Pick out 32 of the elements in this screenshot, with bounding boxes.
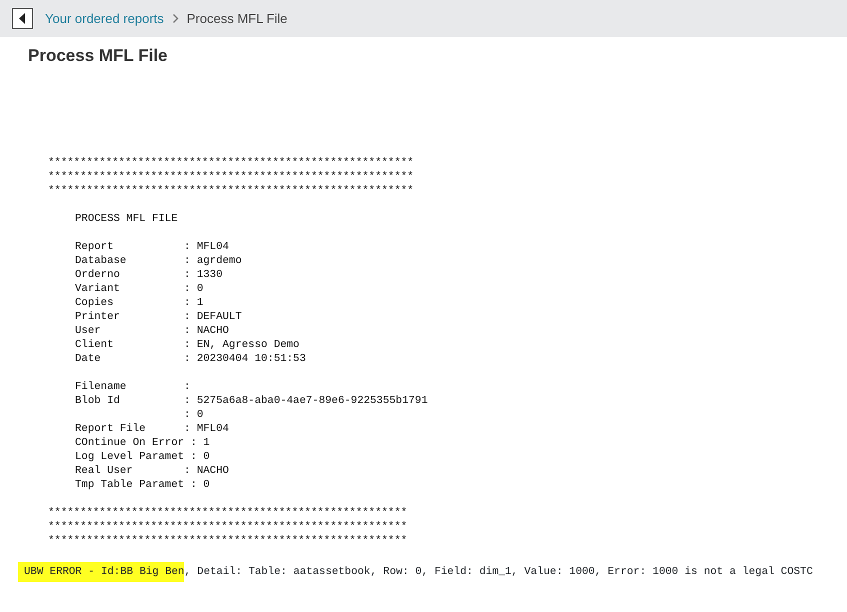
page-title: Process MFL File [28,46,169,66]
report-line: Filename : [75,380,190,394]
report-line: Copies : 1 [75,296,204,310]
report-line: Client : EN, Agresso Demo [75,338,300,352]
back-arrow-icon [19,13,26,24]
report-line: Printer : DEFAULT [75,310,242,324]
asterisk-divider: ********************************************************* [48,184,414,198]
back-button[interactable] [12,8,33,29]
report-line: Orderno : 1330 [75,268,223,282]
chevron-right-icon [172,14,179,23]
asterisk-divider: ********************************************************* [48,156,414,170]
report-line: Variant : 0 [75,282,204,296]
report-line: PROCESS MFL FILE [75,212,178,226]
asterisk-divider: ******************************************************** [48,506,408,520]
report-line: Log Level Paramet : 0 [75,450,210,464]
report-line: Real User : NACHO [75,464,229,478]
asterisk-divider: ******************************************************** [48,534,408,548]
asterisk-divider: ******************************************************** [48,520,408,534]
breadcrumb-current: Process MFL File [186,10,288,28]
asterisk-divider: ********************************************************* [48,170,414,184]
report-line: Report File : MFL04 [75,422,229,436]
report-line: : 0 [183,408,204,422]
breadcrumb-link[interactable]: Your ordered reports [45,8,164,28]
error-detail-text: , Detail: Table: aatassetbook, Row: 0, Field: dim_1, Value: 1000, Error: 1000 is not a legal COSTC [184,565,813,580]
report-line: Report : MFL04 [75,240,229,254]
report-line: Date : 20230404 10:51:53 [75,352,306,366]
report-line: Database : agrdemo [75,254,242,268]
report-line: COntinue On Error : 1 [75,436,210,450]
report-line: Blob Id : 5275a6a8-aba0-4ae7-89e6-9225355b1791 [75,394,428,408]
report-line: User : NACHO [75,324,229,338]
report-line: Tmp Table Paramet : 0 [75,478,210,492]
highlighted-error-text: UBW ERROR - Id:BB Big Ben [18,562,184,582]
